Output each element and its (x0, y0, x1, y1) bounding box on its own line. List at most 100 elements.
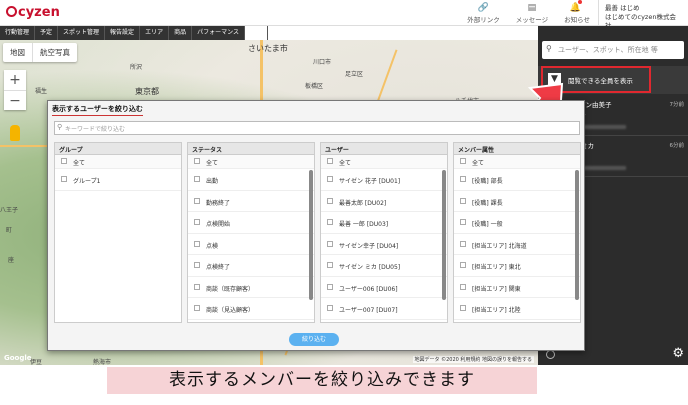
checkbox[interactable] (460, 283, 466, 290)
list-item[interactable]: [役職] 課長 (454, 191, 580, 212)
list-item[interactable]: [担当エリア] 関東 (454, 277, 580, 298)
list-item[interactable]: 点検終了 (188, 255, 314, 277)
scrollbar[interactable] (442, 170, 446, 300)
checkbox[interactable] (460, 219, 466, 225)
checkbox[interactable] (194, 197, 200, 204)
checkbox[interactable] (460, 176, 466, 182)
column-header: メンバー属性 (454, 143, 580, 155)
list-item[interactable]: [役職] 部長 (454, 169, 580, 191)
bell-icon: 🔔 (564, 0, 590, 13)
nav-schedule[interactable]: 予定 (35, 26, 59, 40)
main-nav: 行動管理 予定 スポット管理 報告設定 エリア 商品 パフォーマンス 設定 (0, 26, 268, 40)
logo-ring-icon (6, 6, 17, 17)
list-item[interactable]: グループ1 (55, 169, 181, 191)
list-item[interactable]: [担当エリア] 北陸 (454, 298, 580, 320)
checkbox-all[interactable]: 全て (188, 155, 314, 169)
checkbox[interactable] (460, 262, 466, 268)
list-item[interactable]: 最善 一郎 [DU03] (321, 212, 447, 234)
nav-product[interactable]: 商品 (169, 26, 193, 40)
checkbox[interactable] (327, 262, 333, 268)
notification-badge (577, 0, 582, 4)
list-item[interactable]: サイゼン幸子 [DU04] (321, 234, 447, 255)
group-column: グループ 全て グループ1 (54, 142, 182, 323)
map-label: 八王子 (0, 207, 19, 214)
checkbox-all[interactable]: 全て (321, 155, 447, 169)
checkbox[interactable] (61, 158, 67, 164)
map-label: 東京都 (135, 87, 159, 96)
circle-icon[interactable] (546, 350, 555, 359)
list-item[interactable]: 商談（既存顧客） (188, 277, 314, 298)
checkbox[interactable] (194, 219, 200, 225)
list-item[interactable]: [担当エリア] 北海道 (454, 234, 580, 255)
checkbox-all[interactable]: 全て (55, 155, 181, 169)
checkbox[interactable] (460, 197, 466, 204)
nav-performance[interactable]: パフォーマンス (192, 26, 245, 40)
checkbox[interactable] (327, 176, 333, 182)
list-item[interactable]: サイゼン ミカ [DU05] (321, 255, 447, 277)
checkbox[interactable] (194, 305, 200, 311)
user-menu[interactable]: 最善 はじめ はじめてのcyzen株式会社 (598, 0, 688, 30)
search-icon: ⚲ (57, 123, 63, 131)
status-column: ステータス 全て 出勤 勤務終了 点検開始 点検 点検終了 商談（既存顧客） 商… (187, 142, 315, 323)
message-icon: ▤ (527, 3, 537, 13)
map-label: 川口市 (313, 59, 332, 66)
checkbox[interactable] (194, 283, 200, 290)
tab-map[interactable]: 地図 (3, 43, 32, 62)
list-item[interactable]: 出勤 (188, 169, 314, 191)
member-time: 7分前 (669, 102, 685, 108)
keyword-search-input[interactable]: ⚲ キーワードで絞り込む (54, 121, 580, 135)
checkbox[interactable] (327, 197, 333, 204)
checkbox[interactable] (194, 262, 200, 268)
nav-spot[interactable]: スポット管理 (58, 26, 106, 40)
column-header: グループ (55, 143, 181, 155)
map-attribution[interactable]: 地図データ ©2020 利用規約 地図の誤りを報告する (412, 356, 534, 363)
list-item[interactable]: 勤務終了 (188, 191, 314, 212)
member-search-input[interactable]: ⚲ ユーザー、スポット、所在地 等 (542, 41, 684, 59)
checkbox[interactable] (194, 176, 200, 182)
list-item[interactable]: 最善太郎 [DU02] (321, 191, 447, 212)
cyzen-logo[interactable]: cyzen (6, 5, 60, 20)
map-label: さいたま市 (248, 44, 288, 53)
map-label: 町 (6, 227, 13, 234)
external-link-button[interactable]: 🔗 外部リンク (467, 3, 500, 24)
checkbox[interactable] (61, 176, 67, 182)
checkbox[interactable] (327, 305, 333, 311)
list-item[interactable]: 点検 (188, 234, 314, 255)
checkbox[interactable] (194, 240, 200, 247)
nav-area[interactable]: エリア (140, 26, 170, 40)
map-label: 板橋区 (305, 83, 324, 90)
list-item[interactable]: [担当エリア] 東北 (454, 255, 580, 277)
tab-satellite[interactable]: 航空写真 (32, 43, 77, 62)
checkbox[interactable] (327, 283, 333, 290)
checkbox[interactable] (327, 158, 333, 164)
message-button[interactable]: ▤ メッセージ (516, 3, 548, 24)
list-item[interactable]: 商談（見込顧客） (188, 298, 314, 320)
zoom-in-button[interactable]: + (4, 70, 26, 90)
checkbox[interactable] (460, 305, 466, 311)
checkbox-all[interactable]: 全て (454, 155, 580, 169)
user-name: 最善 はじめ (605, 4, 640, 12)
list-item[interactable]: 点検開始 (188, 212, 314, 234)
map-label: 座 (8, 257, 15, 264)
notification-button[interactable]: 🔔 お知らせ (564, 0, 590, 24)
street-view-pegman-icon[interactable] (10, 125, 20, 141)
column-header: ステータス (188, 143, 314, 155)
member-time: 6分前 (669, 143, 685, 149)
zoom-out-button[interactable]: − (4, 90, 26, 110)
apply-filter-button[interactable]: 絞り込む (289, 333, 339, 346)
list-item[interactable]: サイゼン 花子 [DU01] (321, 169, 447, 191)
nav-activity[interactable]: 行動管理 (0, 26, 36, 40)
nav-report[interactable]: 報告設定 (105, 26, 141, 40)
checkbox[interactable] (327, 219, 333, 225)
gear-icon[interactable]: ⚙ (672, 346, 684, 361)
list-item[interactable]: [役職] 一般 (454, 212, 580, 234)
checkbox[interactable] (460, 240, 466, 247)
list-item[interactable]: ユーザー006 [DU06] (321, 277, 447, 298)
nav-settings[interactable]: 設定 (245, 26, 268, 40)
checkbox[interactable] (194, 158, 200, 164)
scrollbar[interactable] (309, 170, 313, 300)
checkbox[interactable] (327, 240, 333, 247)
list-item[interactable]: ユーザー007 [DU07] (321, 298, 447, 320)
checkbox[interactable] (460, 158, 466, 164)
scrollbar[interactable] (575, 170, 579, 300)
